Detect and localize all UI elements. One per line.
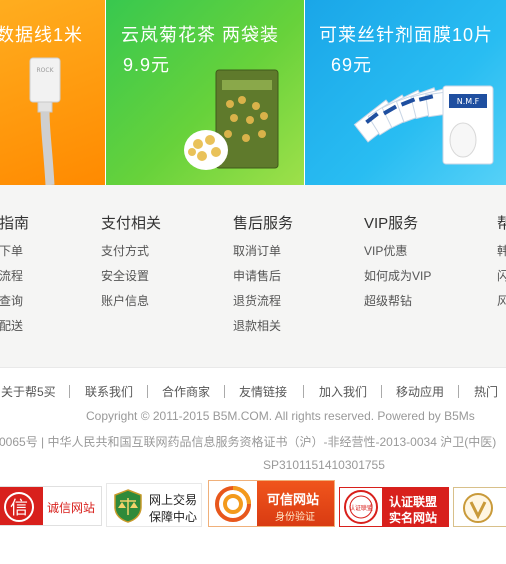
promo-banner-chrysanthemum-tea[interactable]: 云岚菊花茶 两袋装 9.9元 xyxy=(106,0,304,185)
help-column-vip: VIP服务 VIP优惠 如何成为VIP 超级帮钻 xyxy=(364,213,484,318)
badge-text-line2: 身份验证 xyxy=(275,512,315,523)
help-link[interactable]: 超级帮钻 xyxy=(364,293,484,318)
footer-link-divider xyxy=(458,385,459,398)
help-link[interactable]: 支付方式 xyxy=(101,243,221,268)
badge-trusted-site[interactable]: 可信网站 身份验证 xyxy=(208,480,335,527)
tea-package-image xyxy=(184,69,279,170)
facial-mask-fan-image: N.M.F xyxy=(353,85,494,165)
badge-text-line2: 保障中心 xyxy=(149,510,198,524)
badge-text: 诚信网站 xyxy=(47,501,96,515)
badge-text-line2: 实名网站 xyxy=(389,511,438,525)
footer-link-divider xyxy=(147,385,148,398)
svg-text:N.M.F: N.M.F xyxy=(457,97,480,106)
help-link[interactable]: 取消订单 xyxy=(233,243,353,268)
help-link[interactable]: 退货流程 xyxy=(233,293,353,318)
badge-text-line1: 认证联盟 xyxy=(389,495,438,509)
help-link[interactable]: 配送 xyxy=(0,318,119,343)
help-link[interactable]: VIP优惠 xyxy=(364,243,484,268)
badge-trade-protection[interactable]: 网上交易 保障中心 xyxy=(106,483,202,527)
badge-text-line1: 网上交易 xyxy=(149,493,198,507)
help-link[interactable]: 如何成为VIP xyxy=(364,268,484,293)
help-column-title[interactable]: 支付相关 xyxy=(101,213,221,235)
help-column-title[interactable]: 帮 xyxy=(497,213,506,235)
license-text: 0065号 | 中华人民共和国互联网药品信息服务资格证书（沪）-非经营性-201… xyxy=(0,435,497,449)
help-link[interactable]: 退款相关 xyxy=(233,318,353,343)
trusted-site-icon xyxy=(209,481,257,526)
help-link[interactable]: 申请售后 xyxy=(233,268,353,293)
scale-shield-icon xyxy=(114,489,142,523)
record-number-text: SP3101151410301755 xyxy=(263,458,385,472)
footer-link-contact[interactable]: 联系我们 xyxy=(85,383,133,400)
badge-credit-site[interactable]: 信 诚信网站 xyxy=(0,486,102,526)
help-column-payment: 支付相关 支付方式 安全设置 账户信息 xyxy=(101,213,221,318)
footer-link-friend-links[interactable]: 友情链接 xyxy=(239,383,287,400)
site-footer: 关于帮5买 联系我们 合作商家 友情链接 加入我们 移动应用 热门 Copyri… xyxy=(0,367,506,564)
help-center-nav: 指南 下单 流程 查询 配送 支付相关 支付方式 安全设置 账户信息 售后服务 … xyxy=(0,185,506,367)
footer-link-hot[interactable]: 热门 xyxy=(474,383,498,400)
help-column-more: 帮 韩 闪 风 xyxy=(497,213,506,318)
badge-verified-alliance[interactable]: 认证联盟 认证联盟 实名网站 xyxy=(339,487,449,527)
help-link[interactable]: 韩 xyxy=(497,243,506,268)
footer-link-about[interactable]: 关于帮5买 xyxy=(1,383,56,400)
help-column-title[interactable]: 售后服务 xyxy=(233,213,353,235)
promo-banner-cable[interactable]: 数据线1米 ROCK xyxy=(0,0,105,185)
xin-icon: 信 xyxy=(0,487,43,525)
alliance-seal-text: 认证联盟 xyxy=(349,504,373,512)
badge-text-line1: 可信网站 xyxy=(267,492,320,507)
footer-link-mobile-app[interactable]: 移动应用 xyxy=(396,383,444,400)
usb-cable-image: ROCK xyxy=(29,57,61,185)
footer-link-divider xyxy=(69,385,70,398)
footer-link-divider xyxy=(303,385,304,398)
footer-link-divider xyxy=(224,385,225,398)
badge-v-certified[interactable] xyxy=(453,487,506,527)
v-shield-icon xyxy=(463,493,493,523)
promo-banner-facial-mask[interactable]: 可莱丝针剂面膜10片 69元 N.M.F xyxy=(305,0,506,185)
footer-link-partners[interactable]: 合作商家 xyxy=(162,383,210,400)
help-column-title[interactable]: VIP服务 xyxy=(364,213,484,235)
promo-banners: 数据线1米 ROCK 云岚菊花茶 两袋装 9.9元 可莱丝针剂面膜10片 69元… xyxy=(0,0,506,185)
svg-text:ROCK: ROCK xyxy=(36,67,54,74)
alliance-seal-icon: 认证联盟 xyxy=(344,490,378,524)
help-link[interactable]: 风 xyxy=(497,293,506,318)
copyright-text: Copyright © 2011-2015 B5M.COM. All right… xyxy=(86,409,475,423)
footer-link-divider xyxy=(381,385,382,398)
xin-glyph: 信 xyxy=(10,498,28,519)
help-link[interactable]: 账户信息 xyxy=(101,293,221,318)
footer-link-join-us[interactable]: 加入我们 xyxy=(319,383,367,400)
trust-badges: 信 诚信网站 网上交易 保障中心 可信网站 身份验证 认证联盟 认证联盟 实名网… xyxy=(0,480,506,530)
help-link[interactable]: 安全设置 xyxy=(101,268,221,293)
help-column-after-sales: 售后服务 取消订单 申请售后 退货流程 退款相关 xyxy=(233,213,353,343)
help-link[interactable]: 闪 xyxy=(497,268,506,293)
